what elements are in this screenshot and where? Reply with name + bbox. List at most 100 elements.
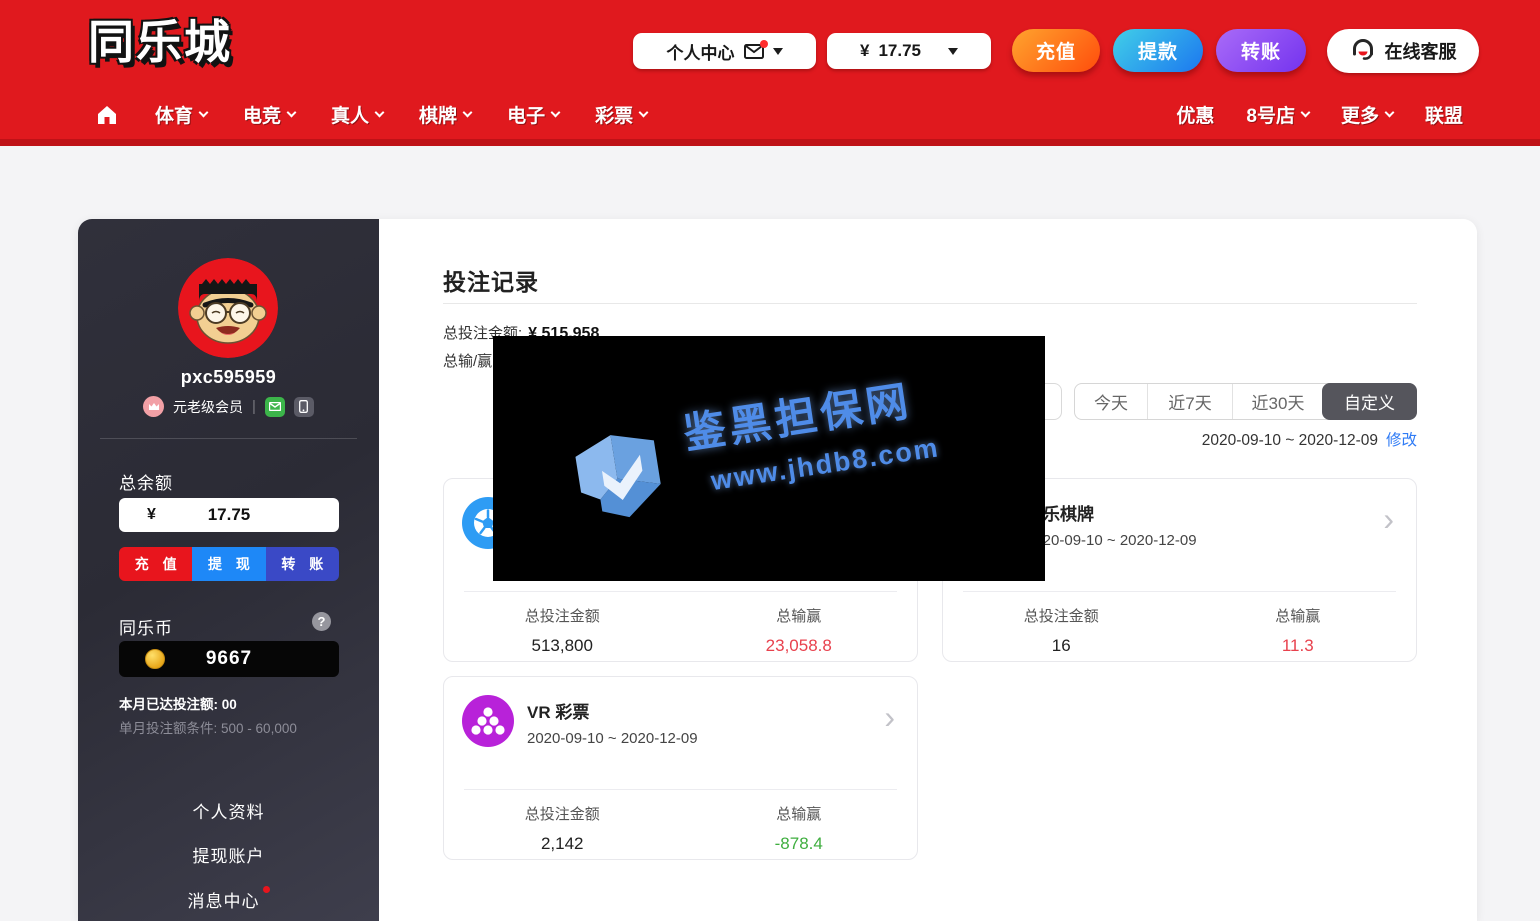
modify-link[interactable]: 修改	[1386, 432, 1417, 449]
nav-sports[interactable]: 体育	[155, 101, 207, 128]
personal-center-button[interactable]: 个人中心	[633, 33, 816, 69]
nav-lottery[interactable]: 彩票	[595, 101, 647, 128]
filter-tab-custom[interactable]: 自定义	[1322, 383, 1417, 420]
stat-winloss-value: 11.3	[1180, 636, 1417, 656]
main-nav: 体育 电竞 真人 棋牌 电子 彩票	[95, 101, 647, 128]
badge-separator: |	[252, 398, 256, 415]
site-logo[interactable]: 同乐城	[88, 6, 232, 72]
stat-bet-label: 总投注金额	[444, 803, 681, 824]
site-header: 同乐城 个人中心 ¥ 17.75 充值 提款 转账 在线客服 体育 电竞 真	[0, 0, 1540, 146]
profile-sidebar: pxc595959 元老级会员 | 总余额 ¥ 17.75 充 值 提 现 转 …	[78, 219, 379, 921]
sidebar-item-message-center[interactable]: 消息中心	[78, 887, 379, 912]
verified-phone-icon[interactable]	[294, 397, 314, 417]
date-range-line: 2020-09-10 ~ 2020-12-09 修改	[1202, 428, 1417, 450]
coin-icon	[145, 649, 165, 669]
personal-center-label: 个人中心	[667, 39, 735, 64]
unread-dot	[263, 886, 270, 893]
chevron-down-icon	[463, 108, 473, 118]
nav-live[interactable]: 真人	[331, 101, 383, 128]
nav-promotions[interactable]: 优惠	[1176, 101, 1214, 128]
chevron-down-icon	[773, 48, 783, 55]
sidebar-withdraw-button[interactable]: 提 现	[192, 547, 265, 581]
chevron-down-icon	[375, 108, 385, 118]
filter-tab-7days[interactable]: 近7天	[1147, 384, 1232, 419]
chevron-right-icon: ›	[1383, 497, 1394, 541]
chevron-right-icon: ›	[884, 695, 895, 739]
nav-esports[interactable]: 电竞	[243, 101, 295, 128]
stat-bet-label: 总投注金额	[444, 605, 681, 626]
currency-symbol: ¥	[860, 41, 869, 61]
nav-board-games[interactable]: 棋牌	[419, 101, 471, 128]
stat-bet-value: 513,800	[444, 636, 681, 656]
card-divider	[963, 591, 1396, 592]
stat-winloss-label: 总输赢	[681, 803, 918, 824]
date-range: 2020-09-10 ~ 2020-12-09	[1202, 432, 1378, 449]
chevron-down-icon	[1385, 108, 1395, 118]
mail-icon	[744, 44, 764, 59]
transfer-button[interactable]: 转账	[1216, 29, 1306, 72]
crown-icon	[143, 396, 164, 417]
balance-amount: 17.75	[878, 41, 921, 61]
stat-bet-value: 16	[943, 636, 1180, 656]
chevron-down-icon	[287, 108, 297, 118]
total-winloss-line: 总输/赢	[443, 350, 492, 371]
total-balance-field[interactable]: ¥ 17.75	[119, 498, 339, 532]
secondary-nav: 优惠 8号店 更多 联盟	[1176, 101, 1463, 128]
chevron-down-icon	[639, 108, 649, 118]
card-date: 2020-09-10 ~ 2020-12-09	[1026, 532, 1197, 549]
header-balance-dropdown[interactable]: ¥ 17.75	[827, 33, 991, 69]
month-bet-line: 本月已达投注额: 00	[119, 693, 237, 713]
chevron-down-icon	[948, 48, 958, 55]
card-date: 2020-09-10 ~ 2020-12-09	[527, 730, 698, 747]
recharge-button[interactable]: 充值	[1012, 29, 1100, 72]
nav-alliance[interactable]: 联盟	[1425, 101, 1463, 128]
sidebar-divider	[100, 438, 357, 439]
month-bet-value: 00	[222, 697, 237, 712]
stat-winloss-label: 总输赢	[1180, 605, 1417, 626]
member-level: 元老级会员	[173, 397, 243, 417]
coin-label: 同乐币	[119, 614, 173, 639]
date-filter-tabs: 今天 近7天 近30天 自定义	[1074, 383, 1417, 420]
vr-lottery-icon	[462, 695, 514, 747]
card-divider	[464, 789, 897, 790]
chevron-down-icon	[551, 108, 561, 118]
username: pxc595959	[78, 367, 379, 388]
filter-tab-today[interactable]: 今天	[1075, 384, 1147, 419]
title-divider	[443, 303, 1417, 304]
coin-balance-field: 9667	[119, 641, 339, 677]
verified-email-icon[interactable]	[265, 397, 285, 417]
stat-bet-label: 总投注金额	[943, 605, 1180, 626]
total-balance-label: 总余额	[119, 469, 173, 494]
home-icon	[95, 103, 119, 127]
sidebar-item-profile[interactable]: 个人资料	[78, 798, 379, 823]
stat-winloss-label: 总输赢	[681, 605, 918, 626]
watermark-text: 鉴黑担保网 www.jhdb8.com	[679, 364, 942, 500]
withdraw-button[interactable]: 提款	[1113, 29, 1203, 72]
filter-tab-30days[interactable]: 近30天	[1232, 384, 1323, 419]
card-title: VR 彩票	[527, 703, 589, 722]
chevron-down-icon	[199, 108, 209, 118]
watermark-logo	[552, 407, 689, 544]
stat-bet-value: 2,142	[444, 834, 681, 854]
avatar[interactable]	[178, 258, 278, 358]
currency-symbol: ¥	[147, 506, 156, 524]
sidebar-recharge-button[interactable]: 充 值	[119, 547, 192, 581]
notification-dot	[760, 40, 768, 48]
sidebar-item-withdraw-account[interactable]: 提现账户	[78, 842, 379, 867]
chevron-down-icon	[1301, 108, 1311, 118]
sidebar-transfer-button[interactable]: 转 账	[266, 547, 339, 581]
page-title: 投注记录	[443, 263, 539, 297]
headset-icon	[1350, 36, 1376, 67]
nav-slots[interactable]: 电子	[507, 101, 559, 128]
card-vr-lottery[interactable]: VR 彩票 2020-09-10 ~ 2020-12-09 › 总投注金额 2,…	[443, 676, 918, 860]
month-condition-value: 500 - 60,000	[221, 721, 297, 736]
help-icon[interactable]: ?	[312, 612, 331, 631]
online-service-button[interactable]: 在线客服	[1327, 29, 1479, 73]
nav-more[interactable]: 更多	[1341, 101, 1393, 128]
nav-home[interactable]	[95, 103, 119, 127]
stat-winloss-value: -878.4	[681, 834, 918, 854]
member-badges: 元老级会员 |	[78, 396, 379, 417]
sidebar-actions: 充 值 提 现 转 账	[119, 547, 339, 581]
card-divider	[464, 591, 897, 592]
nav-shop8[interactable]: 8号店	[1246, 101, 1309, 128]
